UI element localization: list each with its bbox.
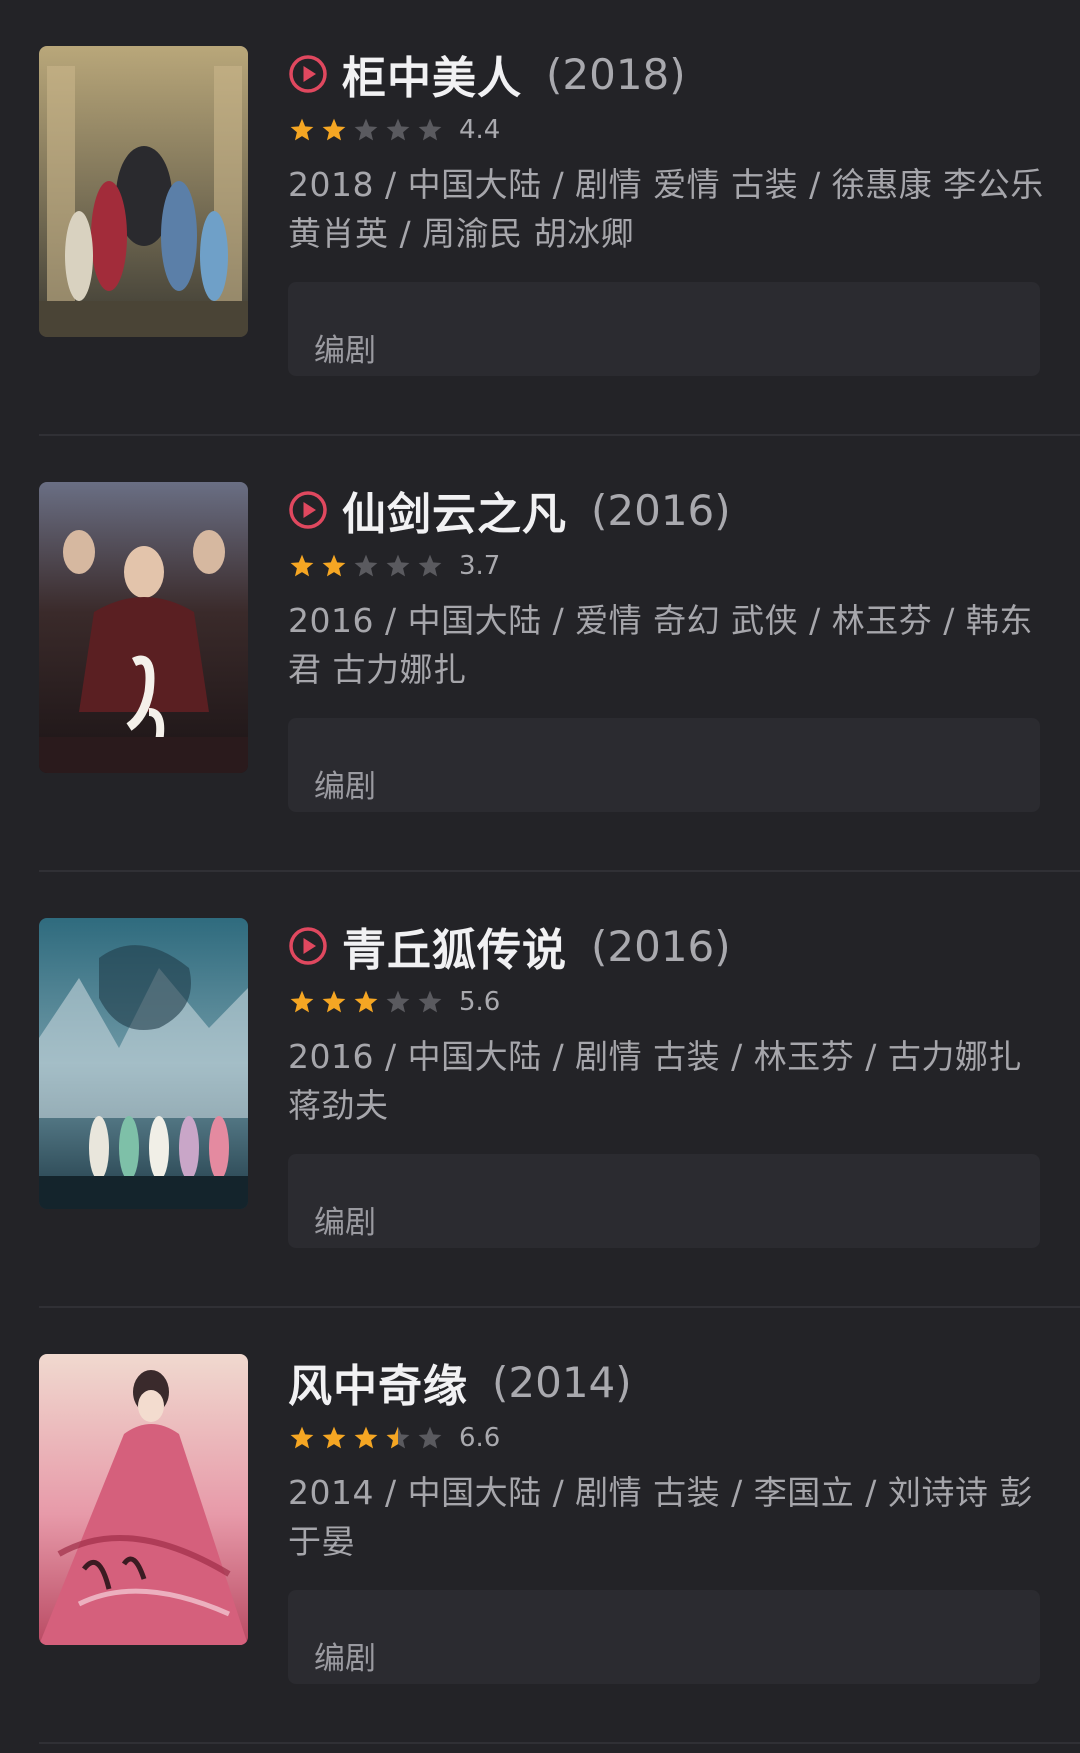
drama-year: (2016) bbox=[591, 921, 731, 971]
star-empty-icon bbox=[418, 118, 442, 141]
star-empty-icon bbox=[386, 554, 410, 577]
credit-label: 编剧 bbox=[314, 769, 376, 805]
drama-list: 柜中美人 (2018) 4.4 2018 / 中国大陆 / 剧情 爱情 古装 /… bbox=[0, 0, 1080, 1753]
drama-meta: 2018 / 中国大陆 / 剧情 爱情 古装 / 徐惠康 李公乐 黄肖英 / 周… bbox=[288, 165, 1044, 253]
star-filled-icon bbox=[322, 990, 346, 1013]
rating-score: 5.6 bbox=[459, 987, 501, 1017]
drama-title[interactable]: 风中奇缘 bbox=[288, 1350, 468, 1414]
poster-image[interactable] bbox=[39, 1354, 248, 1645]
rating: 5.6 bbox=[289, 984, 500, 1020]
star-rating bbox=[289, 117, 449, 143]
divider bbox=[39, 1742, 1080, 1744]
play-icon[interactable] bbox=[288, 490, 328, 530]
star-empty-icon bbox=[354, 554, 378, 577]
rating: 4.4 bbox=[289, 112, 500, 148]
star-filled-icon bbox=[290, 990, 314, 1013]
rating: 3.7 bbox=[289, 548, 500, 584]
drama-title[interactable]: 柜中美人 bbox=[342, 42, 522, 106]
rating-score: 3.7 bbox=[459, 551, 501, 581]
credit-label: 编剧 bbox=[314, 1205, 376, 1241]
drama-poster-icon bbox=[39, 482, 248, 773]
list-item[interactable]: 青丘狐传说 (2016) 5.6 2016 / 中国大陆 / 剧情 古装 / 林… bbox=[0, 872, 1080, 1308]
drama-year: (2014) bbox=[492, 1357, 632, 1407]
credit-card[interactable]: 编剧 bbox=[288, 718, 1040, 812]
star-empty-icon bbox=[386, 118, 410, 141]
star-rating bbox=[289, 1425, 449, 1451]
rating-score: 6.6 bbox=[459, 1423, 501, 1453]
drama-poster-icon bbox=[39, 1354, 248, 1645]
list-item[interactable]: 柜中美人 (2018) 4.4 2018 / 中国大陆 / 剧情 爱情 古装 /… bbox=[0, 0, 1080, 436]
star-empty-icon bbox=[354, 118, 378, 141]
poster-image[interactable] bbox=[39, 918, 248, 1209]
star-empty-icon bbox=[386, 990, 410, 1013]
credit-label: 编剧 bbox=[314, 1641, 376, 1677]
play-icon[interactable] bbox=[288, 926, 328, 966]
rating: 6.6 bbox=[289, 1420, 500, 1456]
star-empty-icon bbox=[418, 554, 442, 577]
star-filled-icon bbox=[290, 1426, 314, 1449]
drama-meta: 2016 / 中国大陆 / 剧情 古装 / 林玉芬 / 古力娜扎 蒋劲夫 bbox=[288, 1037, 1022, 1125]
star-empty-icon bbox=[418, 1426, 442, 1449]
drama-title[interactable]: 仙剑云之凡 bbox=[342, 478, 567, 542]
star-empty-icon bbox=[418, 990, 442, 1013]
star-filled-icon bbox=[290, 118, 314, 141]
drama-meta: 2016 / 中国大陆 / 爱情 奇幻 武侠 / 林玉芬 / 韩东君 古力娜扎 bbox=[288, 601, 1033, 689]
drama-year: (2016) bbox=[591, 485, 731, 535]
star-filled-icon bbox=[322, 118, 346, 141]
star-filled-icon bbox=[354, 1426, 378, 1449]
star-filled-icon bbox=[322, 1426, 346, 1449]
star-rating bbox=[289, 989, 449, 1015]
poster-image[interactable] bbox=[39, 46, 248, 337]
drama-title[interactable]: 青丘狐传说 bbox=[342, 914, 567, 978]
drama-meta: 2014 / 中国大陆 / 剧情 古装 / 李国立 / 刘诗诗 彭于晏 bbox=[288, 1473, 1033, 1561]
star-filled-icon bbox=[322, 554, 346, 577]
credit-card[interactable]: 编剧 bbox=[288, 1590, 1040, 1684]
drama-year: (2018) bbox=[546, 49, 686, 99]
poster-image[interactable] bbox=[39, 482, 248, 773]
star-filled-icon bbox=[354, 990, 378, 1013]
list-item[interactable]: 仙剑云之凡 (2016) 3.7 2016 / 中国大陆 / 爱情 奇幻 武侠 … bbox=[0, 436, 1080, 872]
rating-score: 4.4 bbox=[459, 115, 501, 145]
play-icon[interactable] bbox=[288, 54, 328, 94]
credit-label: 编剧 bbox=[314, 333, 376, 369]
credit-card[interactable]: 编剧 bbox=[288, 282, 1040, 376]
drama-poster-icon bbox=[39, 46, 248, 337]
drama-poster-icon bbox=[39, 918, 248, 1209]
star-filled-icon bbox=[290, 554, 314, 577]
credit-card[interactable]: 编剧 bbox=[288, 1154, 1040, 1248]
star-half-icon bbox=[386, 1426, 410, 1449]
star-rating bbox=[289, 553, 449, 579]
list-item[interactable]: 风中奇缘 (2014) 6.6 2014 / 中国大陆 / 剧情 古装 / 李国… bbox=[0, 1308, 1080, 1744]
